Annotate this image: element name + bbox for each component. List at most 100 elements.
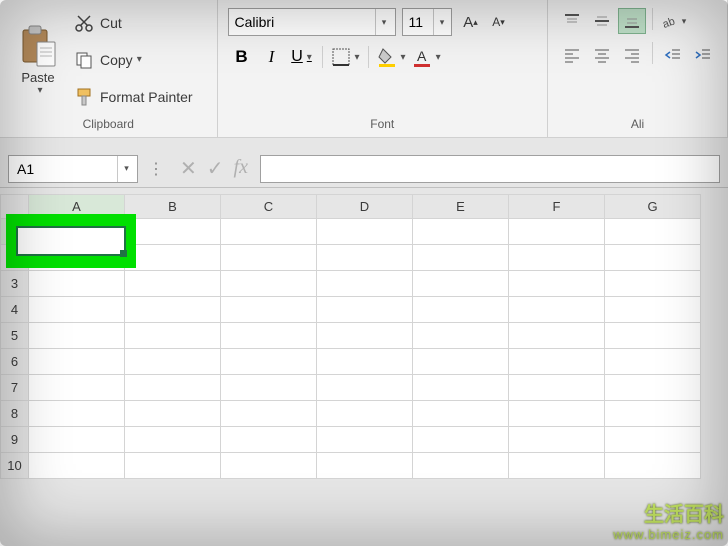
row-header[interactable]: 10 [1,453,29,479]
font-size-dropdown-icon[interactable]: ▾ [433,9,451,35]
cell[interactable] [29,401,125,427]
cell[interactable] [317,401,413,427]
cell[interactable] [413,453,509,479]
cell[interactable] [125,427,221,453]
column-header[interactable]: B [125,195,221,219]
cell[interactable] [317,453,413,479]
cell[interactable] [605,453,701,479]
cell[interactable] [413,401,509,427]
cell[interactable] [509,401,605,427]
align-bottom-button[interactable] [618,8,646,34]
cell[interactable] [317,427,413,453]
formula-input[interactable] [260,155,720,183]
borders-button[interactable]: ▾ [329,47,362,67]
borders-dropdown-icon[interactable]: ▾ [355,52,360,63]
cell[interactable] [29,453,125,479]
cell[interactable] [221,271,317,297]
cell[interactable] [221,323,317,349]
cell[interactable] [509,245,605,271]
italic-button[interactable]: I [258,47,286,67]
font-size-input[interactable] [403,14,433,30]
cell[interactable] [125,219,221,245]
copy-dropdown-icon[interactable]: ▾ [137,54,142,65]
cell[interactable] [125,453,221,479]
cell[interactable] [413,219,509,245]
cell[interactable] [221,245,317,271]
cell[interactable] [317,375,413,401]
cell[interactable] [317,245,413,271]
paste-button[interactable]: Paste ▾ [8,4,68,115]
cell[interactable] [317,297,413,323]
name-box-dropdown-icon[interactable]: ▾ [117,156,135,182]
cell[interactable] [509,219,605,245]
cell[interactable] [29,271,125,297]
insert-function-button[interactable]: fx [234,156,248,181]
cell[interactable] [605,219,701,245]
align-right-button[interactable] [618,42,646,68]
bold-button[interactable]: B [228,47,256,67]
cell[interactable] [125,323,221,349]
row-header[interactable]: 8 [1,401,29,427]
cancel-button[interactable]: ✕ [180,156,197,181]
cell[interactable] [125,375,221,401]
cell[interactable] [125,297,221,323]
cell[interactable] [221,375,317,401]
cell[interactable] [29,297,125,323]
underline-button[interactable]: U▾ [288,48,316,66]
format-painter-button[interactable]: Format Painter [74,82,193,112]
cell[interactable] [317,219,413,245]
cell[interactable] [221,349,317,375]
copy-button[interactable]: Copy ▾ [74,45,193,75]
row-header[interactable]: 9 [1,427,29,453]
cell[interactable] [605,375,701,401]
enter-button[interactable]: ✓ [207,156,224,181]
cell[interactable] [413,297,509,323]
row-header[interactable]: 7 [1,375,29,401]
cut-button[interactable]: Cut [74,8,193,38]
row-header[interactable]: 5 [1,323,29,349]
cell[interactable] [317,271,413,297]
cell[interactable] [221,297,317,323]
cell[interactable] [413,349,509,375]
cell[interactable] [509,297,605,323]
cell[interactable] [29,323,125,349]
cell[interactable] [605,427,701,453]
cell[interactable] [29,427,125,453]
font-name-combo[interactable]: ▾ [228,8,396,36]
active-cell-selection[interactable] [16,226,126,256]
column-header[interactable]: D [317,195,413,219]
cell[interactable] [509,375,605,401]
cell[interactable] [221,401,317,427]
orientation-dropdown-icon[interactable]: ▾ [682,16,687,27]
cell[interactable] [125,349,221,375]
cell[interactable] [509,271,605,297]
font-size-combo[interactable]: ▾ [402,8,452,36]
cell[interactable] [605,297,701,323]
underline-dropdown-icon[interactable]: ▾ [307,52,312,63]
font-color-button[interactable]: A ▾ [410,47,443,67]
cell[interactable] [125,245,221,271]
cell[interactable] [317,323,413,349]
row-header[interactable]: 6 [1,349,29,375]
cell[interactable] [605,401,701,427]
cell[interactable] [221,219,317,245]
cell[interactable] [29,349,125,375]
cell[interactable] [509,453,605,479]
column-header[interactable]: G [605,195,701,219]
cell[interactable] [221,427,317,453]
font-color-dropdown-icon[interactable]: ▾ [436,52,441,63]
cell[interactable] [317,349,413,375]
name-box[interactable]: ▾ [8,155,138,183]
grow-font-button[interactable]: A▴ [458,9,484,35]
fill-handle[interactable] [120,250,127,257]
cell[interactable] [413,323,509,349]
align-center-button[interactable] [588,42,616,68]
cell[interactable] [413,375,509,401]
cell[interactable] [125,401,221,427]
font-name-input[interactable] [229,14,375,30]
fill-color-button[interactable]: ▾ [375,47,408,67]
cell[interactable] [509,349,605,375]
decrease-indent-button[interactable] [659,42,687,68]
cell[interactable] [413,245,509,271]
font-name-dropdown-icon[interactable]: ▾ [375,9,393,35]
